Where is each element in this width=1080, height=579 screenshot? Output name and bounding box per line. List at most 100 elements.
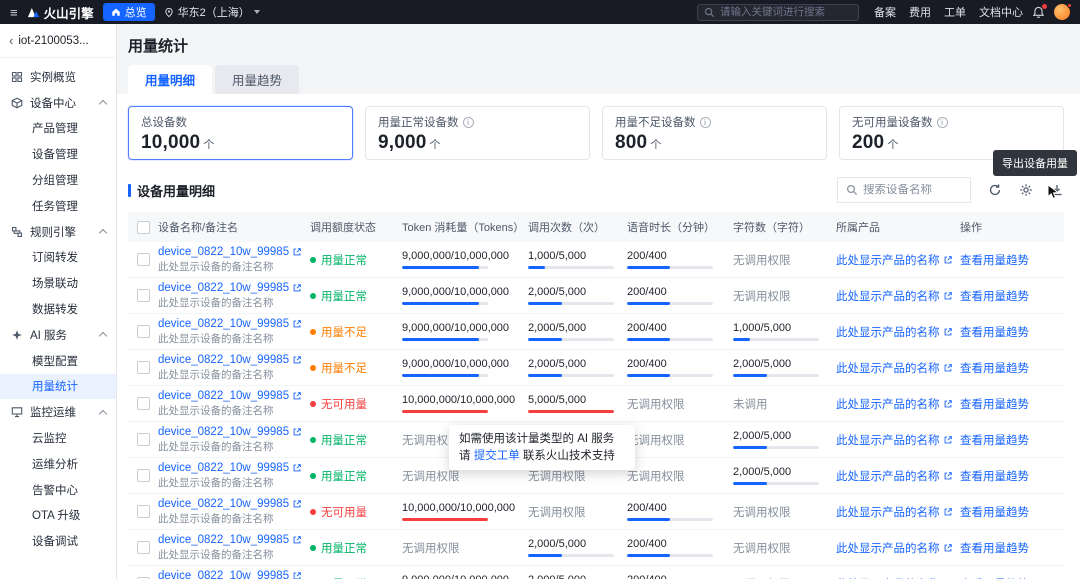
sidebar-item-instance-overview[interactable]: 实例概览 <box>0 64 116 90</box>
sidebar-item-subscription-forwarding[interactable]: 订阅转发 <box>0 245 116 271</box>
settings-button[interactable] <box>1019 183 1033 197</box>
device-remark: 此处显示设备的备注名称 <box>158 368 274 381</box>
topbar-link-docs[interactable]: 文档中心 <box>979 4 1023 20</box>
region-selector[interactable]: 华东2（上海） <box>164 4 260 20</box>
sidebar-item-ops-analysis[interactable]: 运维分析 <box>0 451 116 477</box>
product-name: 此处显示产品的名称 <box>836 326 940 339</box>
back-chevron-icon[interactable]: ‹ <box>9 34 13 47</box>
view-usage-trend-link[interactable]: 查看用量趋势 <box>960 471 1029 483</box>
chevron-up-icon <box>98 409 108 418</box>
global-search-input[interactable] <box>720 6 852 18</box>
sidebar-item-scene-linkage[interactable]: 场景联动 <box>0 270 116 296</box>
sidebar-item-device-center[interactable]: 设备中心 <box>0 90 116 116</box>
info-icon[interactable]: i <box>936 116 948 128</box>
stat-card-low-usage-devices[interactable]: 用量不足设备数 i 800 个 <box>602 106 827 160</box>
sidebar-item-model-config[interactable]: 模型配置 <box>0 348 116 374</box>
usage-cell: 9,000,000/10,000,000 <box>402 250 528 269</box>
sidebar-item-group-management[interactable]: 分组管理 <box>0 167 116 193</box>
info-icon[interactable]: i <box>699 116 711 128</box>
view-usage-trend-link[interactable]: 查看用量趋势 <box>960 363 1029 375</box>
row-checkbox[interactable] <box>136 325 150 338</box>
sidebar-item-task-management[interactable]: 任务管理 <box>0 193 116 219</box>
row-checkbox[interactable] <box>136 469 150 482</box>
product-link[interactable]: 此处显示产品的名称 <box>836 288 953 304</box>
view-usage-trend-link[interactable]: 查看用量趋势 <box>960 255 1029 267</box>
row-checkbox[interactable] <box>136 361 150 374</box>
view-usage-trend-link[interactable]: 查看用量趋势 <box>960 507 1029 519</box>
usage-value: 9,000,000/10,000,000 <box>402 286 510 298</box>
usage-note: 无调用权限 <box>733 506 791 519</box>
sidebar-item-rules-engine[interactable]: 规则引擎 <box>0 219 116 245</box>
instance-switcher[interactable]: ‹ iot-2100053... <box>0 24 116 58</box>
device-name-link[interactable]: device_0822_10w_99985 <box>158 462 302 474</box>
device-search-input[interactable] <box>863 184 962 196</box>
row-checkbox[interactable] <box>136 397 150 410</box>
product-link[interactable]: 此处显示产品的名称 <box>836 360 953 376</box>
product-link[interactable]: 此处显示产品的名称 <box>836 540 953 556</box>
device-name-link[interactable]: device_0822_10w_99985 <box>158 246 302 258</box>
device-name-link[interactable]: device_0822_10w_99985 <box>158 354 302 366</box>
device-name-link[interactable]: device_0822_10w_99985 <box>158 534 302 546</box>
usage-value: 9,000,000/10,000,000 <box>402 358 510 370</box>
view-usage-trend-link[interactable]: 查看用量趋势 <box>960 327 1029 339</box>
product-link[interactable]: 此处显示产品的名称 <box>836 252 953 268</box>
device-name-link[interactable]: device_0822_10w_99985 <box>158 318 302 330</box>
sidebar-item-alarm-center[interactable]: 告警中心 <box>0 477 116 503</box>
nav-overview[interactable]: 总览 <box>102 3 155 21</box>
row-checkbox[interactable] <box>136 289 150 302</box>
submit-ticket-link[interactable]: 提交工单 <box>474 450 520 462</box>
topbar-link-ticket[interactable]: 工单 <box>944 4 966 20</box>
device-name: device_0822_10w_99985 <box>158 425 290 438</box>
view-usage-trend-link[interactable]: 查看用量趋势 <box>960 291 1029 303</box>
notification-bell[interactable] <box>1032 3 1047 19</box>
stat-card-normal-usage-devices[interactable]: 用量正常设备数 i 9,000 个 <box>365 106 590 160</box>
global-search <box>697 3 859 21</box>
device-name-link[interactable]: device_0822_10w_99985 <box>158 282 302 294</box>
table-row: device_0822_10w_99985 此处显示设备的备注名称 用量正常 9,00… <box>128 242 1064 278</box>
sidebar-item-device-management[interactable]: 设备管理 <box>0 141 116 167</box>
topbar-link-filing[interactable]: 备案 <box>874 4 896 20</box>
sidebar-item-ota-upgrade[interactable]: OTA 升级 <box>0 503 116 529</box>
product-link[interactable]: 此处显示产品的名称 <box>836 468 953 484</box>
view-usage-trend-link[interactable]: 查看用量趋势 <box>960 543 1029 555</box>
chevron-down-icon <box>253 10 260 14</box>
stat-card-total-devices[interactable]: 总设备数 10,000 个 <box>128 106 353 160</box>
row-checkbox[interactable] <box>136 541 150 554</box>
tab-usage-detail[interactable]: 用量明细 <box>128 65 213 94</box>
product-link[interactable]: 此处显示产品的名称 <box>836 432 953 448</box>
info-icon[interactable]: i <box>462 116 474 128</box>
sidebar-item-device-debug[interactable]: 设备调试 <box>0 528 116 554</box>
product-link[interactable]: 此处显示产品的名称 <box>836 396 953 412</box>
device-name-link[interactable]: device_0822_10w_99985 <box>158 498 302 510</box>
sidebar-item-data-forwarding[interactable]: 数据转发 <box>0 296 116 322</box>
device-name-link[interactable]: device_0822_10w_99985 <box>158 390 302 402</box>
tab-usage-trend[interactable]: 用量趋势 <box>215 65 300 94</box>
avatar[interactable] <box>1054 3 1072 20</box>
device-name-link[interactable]: device_0822_10w_99985 <box>158 570 302 579</box>
product-link[interactable]: 此处显示产品的名称 <box>836 576 953 579</box>
sidebar-item-monitoring-ops[interactable]: 监控运维 <box>0 399 116 425</box>
row-checkbox[interactable] <box>136 505 150 518</box>
product-link[interactable]: 此处显示产品的名称 <box>836 324 953 340</box>
external-link-icon <box>943 255 953 265</box>
logo[interactable]: 火山引擎 <box>27 3 94 22</box>
sidebar-item-cloud-monitor[interactable]: 云监控 <box>0 425 116 451</box>
view-usage-trend-link[interactable]: 查看用量趋势 <box>960 435 1029 447</box>
view-usage-trend-link[interactable]: 查看用量趋势 <box>960 399 1029 411</box>
refresh-button[interactable] <box>988 183 1002 197</box>
select-all-checkbox[interactable] <box>136 220 150 234</box>
product-link[interactable]: 此处显示产品的名称 <box>836 504 953 520</box>
sidebar-item-ai-service[interactable]: AI 服务 <box>0 322 116 348</box>
sidebar-nav: 实例概览 设备中心 产品管理 设备管理 分组管理 任务管理 规则引擎 订阅转发 场景联动 数据转发… <box>0 58 116 554</box>
usage-bar <box>733 374 819 377</box>
row-checkbox[interactable] <box>136 433 150 446</box>
volcano-logo-icon <box>27 6 40 19</box>
sidebar-item-product-management[interactable]: 产品管理 <box>0 116 116 142</box>
sidebar-item-usage-statistics[interactable]: 用量统计 <box>0 373 116 400</box>
menu-icon[interactable]: ≡ <box>10 6 18 19</box>
stat-cards: 总设备数 10,000 个用量正常设备数 i 9,000 个用量不足设备数 i 800 个无可用… <box>128 106 1064 160</box>
usage-cell: 200/400 <box>627 322 733 341</box>
row-checkbox[interactable] <box>136 253 150 266</box>
device-name-link[interactable]: device_0822_10w_99985 <box>158 426 302 438</box>
topbar-link-billing[interactable]: 费用 <box>909 4 931 20</box>
